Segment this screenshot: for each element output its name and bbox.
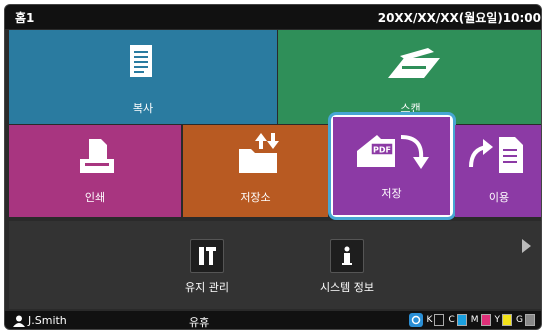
print-tile[interactable]: 인쇄 xyxy=(9,125,181,217)
info-icon xyxy=(330,239,364,273)
storage-tile[interactable]: 저장소 xyxy=(183,125,328,217)
toner-y: Y xyxy=(495,314,513,326)
toner-levels: K C M Y G xyxy=(408,313,535,327)
footer-bar: J.Smith 유휴 K C M Y G xyxy=(5,311,541,329)
user-name: J.Smith xyxy=(28,314,67,327)
print-label: 인쇄 xyxy=(84,191,106,204)
date-time: 20XX/XX/XX(월요일)10:00 xyxy=(377,11,541,25)
toner-g: G xyxy=(516,314,535,326)
pdf-save-icon: PDF xyxy=(357,135,429,169)
document-use-icon xyxy=(469,137,523,173)
use-label: 이용 xyxy=(488,191,510,204)
toner-c: C xyxy=(448,314,467,326)
home-screen: 홈1 20XX/XX/XX(월요일)10:00 복사 스캔 인쇄 저장소 PDF… xyxy=(4,4,542,330)
system-info-label: 시스템 정보 xyxy=(319,281,375,294)
machine-status: 유휴 xyxy=(189,316,210,329)
screen-title: 홈1 xyxy=(15,11,35,25)
user-icon xyxy=(13,315,25,327)
use-tile[interactable]: 이용 xyxy=(455,125,541,217)
scan-tile[interactable]: 스캔 xyxy=(278,30,541,124)
shortcut-panel: 유지 관리 시스템 정보 xyxy=(9,221,541,309)
copy-tile[interactable]: 복사 xyxy=(9,30,277,124)
system-info-shortcut[interactable]: 시스템 정보 xyxy=(305,239,389,295)
document-stack-icon xyxy=(130,45,152,77)
toner-k: K xyxy=(427,314,445,326)
tools-icon xyxy=(190,239,224,273)
svg-text:PDF: PDF xyxy=(373,146,391,155)
folder-upload-download-icon xyxy=(239,133,279,173)
user-area[interactable]: J.Smith xyxy=(13,314,67,327)
maintenance-shortcut[interactable]: 유지 관리 xyxy=(169,239,245,295)
status-bar: 홈1 20XX/XX/XX(월요일)10:00 xyxy=(5,5,541,29)
right-arrow-icon[interactable] xyxy=(522,239,531,253)
storage-label: 저장소 xyxy=(240,191,271,204)
copy-label: 복사 xyxy=(132,102,154,115)
refresh-icon[interactable] xyxy=(408,313,423,327)
maintenance-label: 유지 관리 xyxy=(185,281,229,294)
scanner-icon xyxy=(388,48,440,78)
printer-icon xyxy=(80,139,114,173)
save-label: 저장 xyxy=(381,187,402,200)
save-tile[interactable]: PDF 저장 xyxy=(333,117,450,215)
toner-m: M xyxy=(471,314,491,326)
